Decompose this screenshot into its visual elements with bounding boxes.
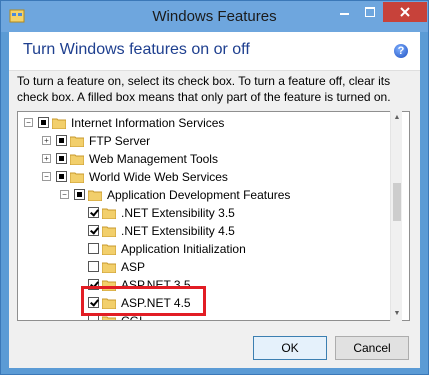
feature-checkbox[interactable] bbox=[56, 135, 67, 146]
folder-icon bbox=[52, 118, 66, 129]
header-banner: Turn Windows features on or off ? bbox=[9, 32, 420, 71]
feature-label: World Wide Web Services bbox=[89, 170, 228, 184]
feature-checkbox[interactable] bbox=[74, 189, 85, 200]
windows-features-dialog: Windows Features Turn Windows features o… bbox=[0, 0, 429, 375]
collapse-icon[interactable]: − bbox=[60, 190, 69, 199]
help-icon[interactable]: ? bbox=[394, 44, 408, 58]
title-bar[interactable]: Windows Features bbox=[1, 1, 428, 32]
folder-icon bbox=[102, 226, 116, 237]
feature-label: Web Management Tools bbox=[89, 152, 218, 166]
folder-icon bbox=[70, 172, 84, 183]
folder-icon bbox=[102, 208, 116, 219]
close-button[interactable] bbox=[383, 2, 427, 22]
feature-label: ASP bbox=[121, 260, 146, 274]
tree-scrollbar[interactable]: ▲ ▼ bbox=[390, 111, 402, 321]
page-heading: Turn Windows features on or off bbox=[23, 41, 250, 58]
minimize-button[interactable] bbox=[331, 2, 357, 22]
feature-label: Application Development Features bbox=[107, 188, 291, 202]
ok-button[interactable]: OK bbox=[253, 336, 327, 360]
instructions-text: To turn a feature on, select its check b… bbox=[17, 74, 391, 104]
collapse-icon[interactable]: − bbox=[42, 172, 51, 181]
feature-label: Internet Information Services bbox=[71, 116, 225, 130]
feature-label: .NET Extensibility 4.5 bbox=[121, 224, 235, 238]
feature-checkbox[interactable] bbox=[88, 207, 99, 218]
folder-icon bbox=[70, 136, 84, 147]
folder-icon bbox=[102, 244, 116, 255]
feature-checkbox[interactable] bbox=[56, 153, 67, 164]
collapse-icon[interactable]: − bbox=[24, 118, 33, 127]
folder-icon bbox=[70, 154, 84, 165]
dialog-client-area: Turn Windows features on or off ? To tur… bbox=[9, 32, 420, 368]
folder-icon bbox=[88, 190, 102, 201]
feature-checkbox[interactable] bbox=[56, 171, 67, 182]
expand-icon[interactable]: + bbox=[42, 154, 51, 163]
scroll-down-icon[interactable]: ▼ bbox=[391, 307, 403, 321]
folder-icon bbox=[102, 262, 116, 273]
feature-checkbox[interactable] bbox=[88, 243, 99, 254]
feature-label: .NET Extensibility 3.5 bbox=[121, 206, 235, 220]
dialog-body: To turn a feature on, select its check b… bbox=[9, 71, 420, 368]
expand-icon[interactable]: + bbox=[42, 136, 51, 145]
highlight-box bbox=[81, 286, 206, 316]
cancel-button[interactable]: Cancel bbox=[335, 336, 409, 360]
maximize-button[interactable] bbox=[357, 2, 383, 22]
feature-checkbox[interactable] bbox=[38, 117, 49, 128]
feature-checkbox[interactable] bbox=[88, 261, 99, 272]
minimize-icon bbox=[340, 13, 349, 15]
scroll-up-icon[interactable]: ▲ bbox=[391, 111, 403, 125]
close-icon bbox=[400, 7, 410, 17]
feature-label: Application Initialization bbox=[121, 242, 246, 256]
scroll-thumb[interactable] bbox=[393, 183, 401, 221]
features-tree[interactable]: − Internet Information Services + FTP Se… bbox=[17, 111, 410, 321]
maximize-icon bbox=[365, 7, 375, 17]
feature-checkbox[interactable] bbox=[88, 225, 99, 236]
feature-label: FTP Server bbox=[89, 134, 151, 148]
